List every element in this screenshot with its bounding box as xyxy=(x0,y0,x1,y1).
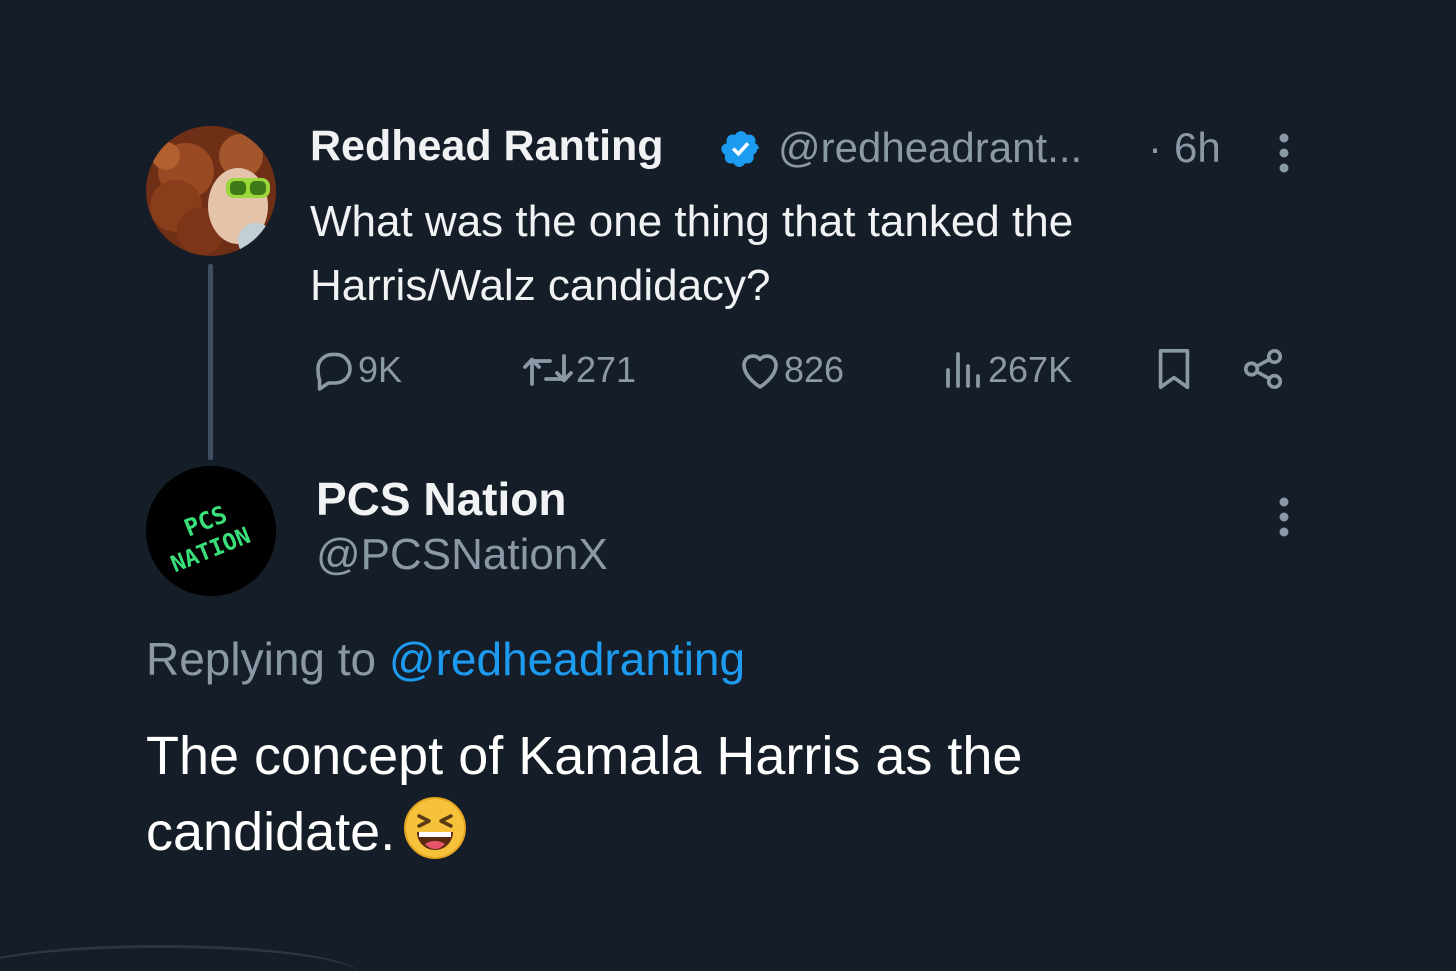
author-handle[interactable]: @PCSNationX xyxy=(316,530,608,580)
reply-text-line-2: candidate. xyxy=(146,794,1306,870)
analytics-icon xyxy=(946,352,980,388)
reply-text: The concept of Kamala Harris as the cand… xyxy=(146,718,1306,870)
separator-dot: · xyxy=(1148,124,1162,171)
retweet-icon xyxy=(523,354,573,386)
reply-icon xyxy=(316,352,352,391)
avatar-pcs-nation[interactable]: PCS NATION xyxy=(146,466,276,596)
retweet-count: 271 xyxy=(576,349,637,390)
replying-prefix: Replying to xyxy=(146,633,389,685)
thread-connector-line xyxy=(208,264,213,460)
tweet-text: What was the one thing that tanked the H… xyxy=(310,190,1270,318)
tweet-timestamp[interactable]: 6h xyxy=(1174,124,1221,172)
retweet-button[interactable]: 271 xyxy=(520,344,636,396)
avatar-logo: PCS NATION xyxy=(146,466,276,596)
heart-icon xyxy=(742,354,778,389)
author-name[interactable]: PCS Nation xyxy=(316,472,566,526)
views-count: 267K xyxy=(988,349,1073,390)
like-count: 826 xyxy=(784,349,845,390)
screen-edge-decoration xyxy=(0,945,360,971)
reply-text-line: The concept of Kamala Harris as the xyxy=(146,726,1023,786)
avatar-redhead-ranting[interactable] xyxy=(146,126,276,256)
replying-mention-link[interactable]: @redheadranting xyxy=(389,633,745,685)
tweet-thread: Redhead Ranting @redheadrant... · 6h Wha… xyxy=(0,0,1456,971)
author-name[interactable]: Redhead Ranting xyxy=(310,122,664,171)
bookmark-icon[interactable] xyxy=(1154,346,1194,392)
views-button[interactable]: 267K xyxy=(940,344,1072,396)
author-handle[interactable]: @redheadrant... xyxy=(778,124,1082,172)
reply-count: 9K xyxy=(358,349,403,390)
more-options-icon[interactable] xyxy=(1270,130,1298,176)
avatar-portrait-icon xyxy=(146,126,276,256)
more-options-icon[interactable] xyxy=(1270,494,1298,540)
replying-to-line: Replying to @redheadranting xyxy=(146,632,745,686)
tweet-text-line: What was the one thing that tanked the xyxy=(310,197,1074,246)
like-button[interactable]: 826 xyxy=(736,344,844,396)
grinning-squinting-face-icon xyxy=(404,797,467,859)
reply-button[interactable]: 9K xyxy=(310,344,402,396)
tweet-text-line: Harris/Walz candidacy? xyxy=(310,261,771,310)
verified-badge-icon[interactable] xyxy=(720,128,762,170)
share-icon[interactable] xyxy=(1240,346,1286,392)
reply-text-line: candidate. xyxy=(146,802,396,862)
